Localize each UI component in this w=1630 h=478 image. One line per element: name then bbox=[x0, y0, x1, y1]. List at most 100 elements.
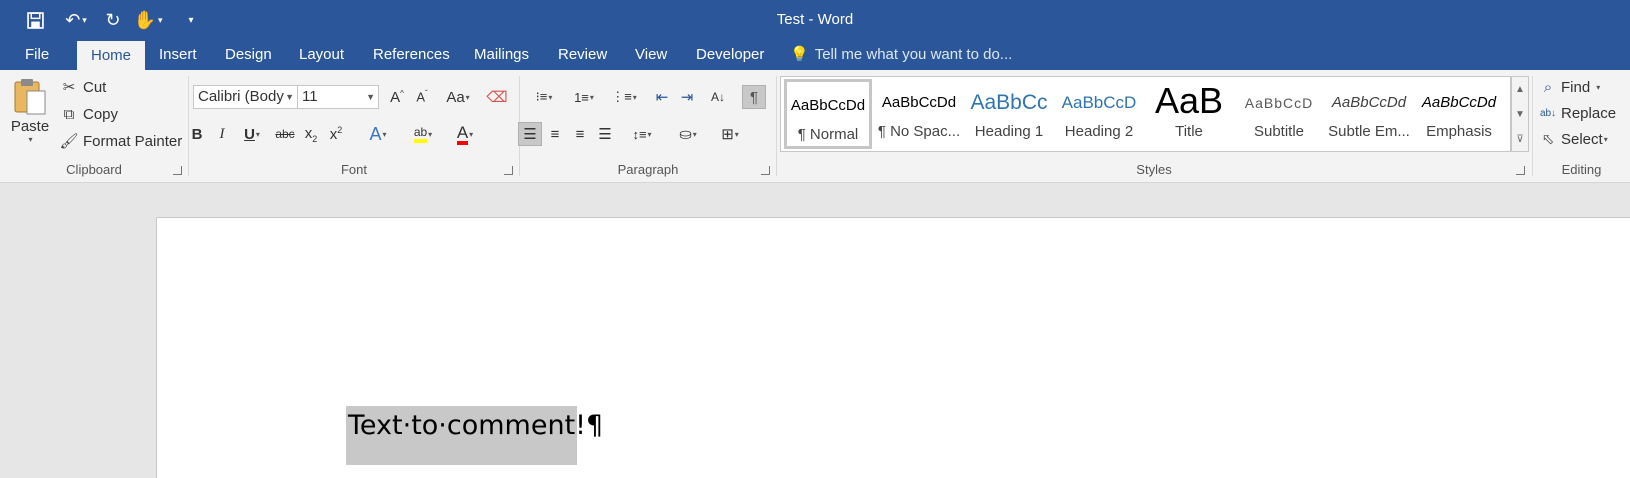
chevron-down-icon: ▾ bbox=[692, 129, 697, 139]
format-painter-button[interactable]: 🖌 Format Painter bbox=[58, 130, 182, 152]
paragraph-group: ⁝≡ ▾ 1≡ ▾ ⋮≡ ▾ ⇤ ⇥ A↓ ¶ ☰ ≡ ≡ ☰ ↕≡ ▾ ⛀ ▾ ⊞ ▾ P… bbox=[518, 70, 776, 183]
font-name-value: Calibri (Body bbox=[198, 88, 284, 105]
increase-indent-button[interactable]: ⇥ bbox=[675, 85, 699, 109]
styles-dialog-launcher[interactable] bbox=[1516, 166, 1525, 175]
sort-button[interactable]: A↓ bbox=[706, 85, 730, 109]
clear-formatting-button[interactable]: ⌫ bbox=[485, 85, 509, 109]
font-dialog-launcher[interactable] bbox=[504, 166, 513, 175]
paste-dropdown-icon[interactable]: ▾ bbox=[28, 135, 32, 144]
line-spacing-button[interactable]: ↕≡ ▾ bbox=[624, 122, 660, 146]
find-button[interactable]: ⌕ Find ▾ bbox=[1537, 76, 1600, 98]
editing-group-label: Editing bbox=[1561, 162, 1602, 177]
tab-design[interactable]: Design bbox=[212, 40, 285, 70]
justify-button[interactable]: ☰ bbox=[593, 122, 617, 146]
font-group-label: Font bbox=[340, 162, 367, 177]
cut-button[interactable]: ✂ Cut bbox=[58, 76, 107, 98]
chevron-down-icon: ▾ bbox=[1603, 134, 1608, 144]
clipboard-group-label: Clipboard bbox=[66, 162, 122, 177]
lightbulb-icon: 💡 bbox=[790, 46, 809, 63]
paint-bucket-icon: ⛀ bbox=[679, 126, 692, 143]
align-center-icon: ≡ bbox=[550, 125, 560, 143]
eraser-icon: ⌫ bbox=[486, 89, 508, 106]
tab-file[interactable]: File bbox=[12, 40, 62, 70]
scissors-icon: ✂ bbox=[62, 79, 76, 96]
tab-layout[interactable]: Layout bbox=[286, 40, 357, 70]
grow-font-button[interactable]: A^ bbox=[385, 85, 409, 109]
chevron-down-icon: ▾ bbox=[1596, 82, 1601, 92]
tab-developer[interactable]: Developer bbox=[683, 40, 777, 70]
pilcrow-icon: ¶ bbox=[749, 88, 759, 106]
font-group: Calibri (Body ▼ 11 ▼ A^ Aˇ Aa ▾ ⌫ B I U ▾ ab… bbox=[189, 70, 519, 183]
justify-icon: ☰ bbox=[598, 126, 612, 143]
cursor-icon: ⬁ bbox=[1541, 131, 1555, 148]
editing-group: ⌕ Find ▾ ab↓ Replace ⬁ Select ▾ Editing bbox=[1533, 70, 1630, 183]
bold-button[interactable]: B bbox=[185, 122, 209, 146]
tab-view[interactable]: View bbox=[622, 40, 680, 70]
align-right-icon: ≡ bbox=[575, 125, 585, 143]
show-formatting-button[interactable]: ¶ bbox=[742, 85, 766, 109]
font-size-box[interactable]: 11 ▼ bbox=[297, 85, 379, 109]
document-page[interactable]: Text·to·comment!¶ bbox=[156, 217, 1630, 478]
numbering-icon: 1≡ bbox=[574, 89, 589, 105]
bullets-button[interactable]: ⁝≡ ▾ bbox=[526, 85, 562, 109]
multilevel-list-button[interactable]: ⋮≡ ▾ bbox=[606, 85, 642, 109]
tab-review[interactable]: Review bbox=[545, 40, 620, 70]
tell-me-box[interactable]: 💡 Tell me what you want to do... bbox=[790, 40, 1012, 70]
italic-icon: I bbox=[219, 125, 225, 142]
chevron-down-icon: ▾ bbox=[589, 92, 594, 102]
font-name-box[interactable]: Calibri (Body ▼ bbox=[193, 85, 298, 109]
font-size-value: 11 bbox=[302, 88, 318, 105]
superscript-button[interactable]: x2 bbox=[324, 122, 348, 146]
grow-font-icon: A^ bbox=[390, 88, 404, 106]
window-title: Test - Word bbox=[776, 11, 854, 28]
replace-button[interactable]: ab↓ Replace bbox=[1537, 102, 1616, 124]
format-painter-label: Format Painter bbox=[83, 132, 183, 150]
clipboard-dialog-launcher[interactable] bbox=[173, 166, 182, 175]
selected-text[interactable]: Text·to·comment!¶ bbox=[346, 406, 603, 465]
borders-icon: ⊞ bbox=[721, 126, 734, 143]
paste-icon bbox=[14, 79, 46, 115]
increase-indent-icon: ⇥ bbox=[680, 89, 694, 106]
align-right-button[interactable]: ≡ bbox=[568, 122, 592, 146]
ribbon-tabs: File Home Insert Design Layout Reference… bbox=[0, 40, 1630, 70]
paste-button[interactable]: Paste ▾ bbox=[8, 76, 52, 144]
paragraph-group-label: Paragraph bbox=[617, 162, 679, 177]
text-effects-button[interactable]: A ▾ bbox=[361, 122, 395, 146]
align-left-button[interactable]: ☰ bbox=[518, 122, 542, 146]
italic-button[interactable]: I bbox=[210, 122, 234, 146]
subscript-button[interactable]: x2 bbox=[299, 122, 323, 146]
align-center-button[interactable]: ≡ bbox=[543, 122, 567, 146]
find-label: Find bbox=[1561, 78, 1591, 96]
highlight-color-button[interactable]: ab ▾ bbox=[405, 122, 441, 146]
ribbon-home: Paste ▾ ✂ Cut ⧉ Copy 🖌 Format Painter Clipb… bbox=[0, 70, 1630, 183]
copy-icon: ⧉ bbox=[63, 105, 75, 123]
subscript-icon: x2 bbox=[304, 124, 318, 144]
underline-icon: U bbox=[244, 125, 255, 143]
tab-mailings[interactable]: Mailings bbox=[461, 40, 542, 70]
title-bar: ↶ ▾ ↻ ✋ ▾ ▾ Test - Word bbox=[0, 0, 1630, 40]
superscript-icon: x2 bbox=[329, 125, 343, 143]
change-case-button[interactable]: Aa ▾ bbox=[441, 85, 475, 109]
styles-group-label: Styles bbox=[1136, 162, 1172, 177]
align-left-icon: ☰ bbox=[523, 126, 537, 143]
decrease-indent-button[interactable]: ⇤ bbox=[650, 85, 674, 109]
tell-me-placeholder: Tell me what you want to do... bbox=[814, 46, 1013, 63]
strikethrough-button[interactable]: abc bbox=[273, 122, 297, 146]
multilevel-list-icon: ⋮≡ bbox=[611, 89, 632, 104]
font-color-button[interactable]: A ▾ bbox=[447, 122, 483, 146]
underline-button[interactable]: U ▾ bbox=[235, 122, 269, 146]
tab-insert[interactable]: Insert bbox=[146, 40, 210, 70]
shading-button[interactable]: ⛀ ▾ bbox=[670, 122, 706, 146]
tab-home[interactable]: Home bbox=[77, 41, 145, 70]
borders-button[interactable]: ⊞ ▾ bbox=[712, 122, 748, 146]
paragraph-dialog-launcher[interactable] bbox=[761, 166, 770, 175]
replace-icon: ab↓ bbox=[1539, 107, 1557, 119]
copy-button[interactable]: ⧉ Copy bbox=[58, 103, 118, 125]
numbering-button[interactable]: 1≡ ▾ bbox=[566, 85, 602, 109]
chevron-down-icon: ▾ bbox=[734, 129, 739, 139]
select-label: Select bbox=[1561, 130, 1603, 148]
select-button[interactable]: ⬁ Select ▾ bbox=[1537, 128, 1608, 150]
tab-references[interactable]: References bbox=[360, 40, 463, 70]
shrink-font-button[interactable]: Aˇ bbox=[410, 85, 434, 109]
copy-label: Copy bbox=[83, 105, 119, 123]
